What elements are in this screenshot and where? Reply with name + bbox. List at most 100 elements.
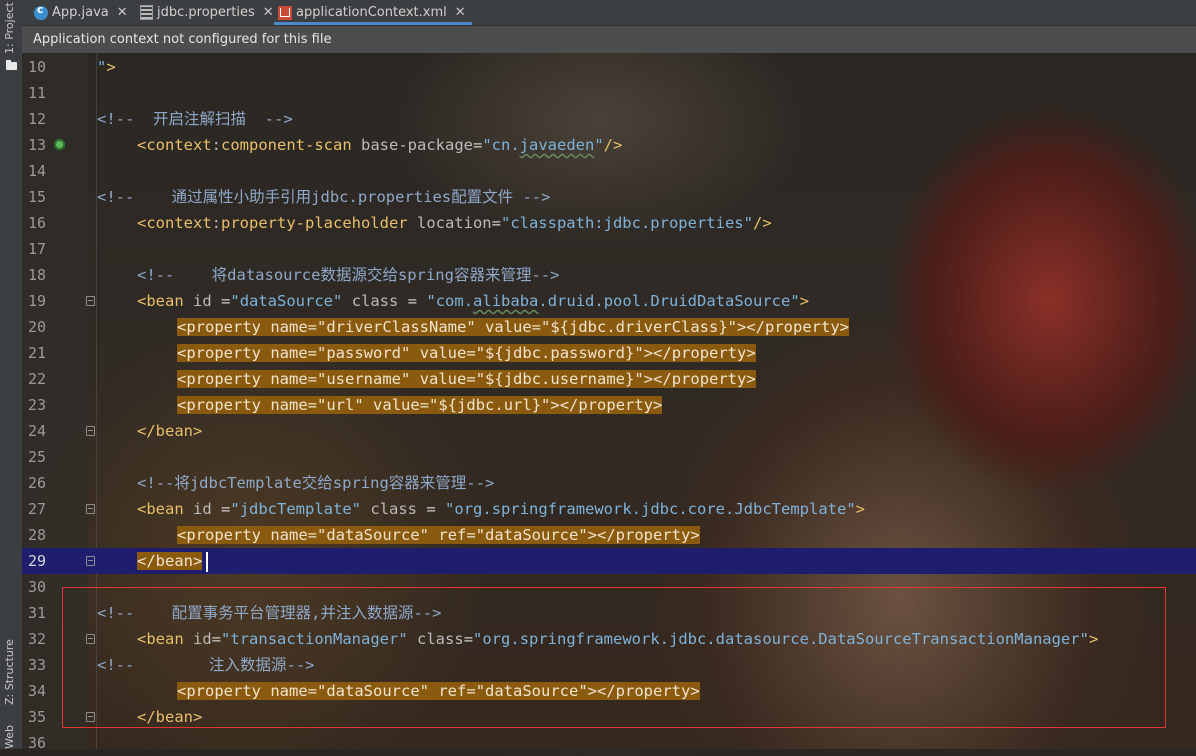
code-line[interactable]: 12 <!-- 开启注解扫描 -->: [22, 106, 1196, 132]
line-number: 34: [28, 682, 47, 700]
project-tool-button[interactable]: 1: Project: [3, 2, 16, 54]
line-number: 12: [28, 110, 47, 128]
line-number: 32: [28, 630, 47, 648]
line-number: 10: [28, 58, 47, 76]
code-text: <!-- 配置事务平台管理器,并注入数据源-->: [97, 604, 442, 622]
code-line[interactable]: 29 </bean>: [22, 548, 1196, 574]
tab-label: applicationContext.xml: [296, 5, 447, 20]
code-text: <bean id="transactionManager" class="org…: [137, 630, 1099, 648]
code-text: <context:component-scan base-package="cn…: [137, 136, 623, 154]
line-number: 31: [28, 604, 47, 622]
folder-icon[interactable]: [6, 60, 17, 70]
line-number: 27: [28, 500, 47, 518]
code-text: <bean id ="dataSource" class = "com.alib…: [137, 292, 810, 310]
code-text: <property name="username" value="${jdbc.…: [177, 370, 756, 388]
code-line[interactable]: 20 <property name="driverClassName" value…: [22, 314, 1196, 340]
code-text: <property name="dataSource" ref="dataSou…: [177, 526, 700, 544]
code-text: <property name="driverClassName" value="…: [177, 318, 849, 336]
code-text: </bean>: [137, 552, 203, 570]
code-text: <property name="url" value="${jdbc.url}"…: [177, 396, 663, 414]
code-line[interactable]: 26 <!--将jdbcTemplate交给spring容器来管理-->: [22, 470, 1196, 496]
line-number: 19: [28, 292, 47, 310]
code-text: <property name="dataSource" ref="dataSou…: [177, 682, 700, 700]
java-class-icon: [34, 3, 48, 20]
line-number: 28: [28, 526, 47, 544]
line-number: 11: [28, 84, 47, 102]
code-line[interactable]: 18 <!-- 将datasource数据源交给spring容器来管理-->: [22, 262, 1196, 288]
code-line[interactable]: 21 <property name="password" value="${jdb…: [22, 340, 1196, 366]
tab-application-context-xml[interactable]: applicationContext.xml ✕: [274, 0, 472, 25]
line-number: 23: [28, 396, 47, 414]
tab-app-java[interactable]: App.java ✕: [34, 0, 128, 25]
close-icon[interactable]: ✕: [263, 5, 274, 20]
line-number: 35: [28, 708, 47, 726]
line-number: 29: [28, 552, 47, 570]
web-tool-button[interactable]: Web: [3, 722, 16, 749]
close-icon[interactable]: ✕: [455, 5, 466, 20]
code-text: </bean>: [137, 422, 203, 440]
line-number: 21: [28, 344, 47, 362]
tab-label: jdbc.properties: [157, 5, 255, 20]
code-line[interactable]: 17: [22, 236, 1196, 262]
code-line[interactable]: 24 </bean>: [22, 418, 1196, 444]
code-line[interactable]: 19 <bean id ="dataSource" class = "com.al…: [22, 288, 1196, 314]
code-line[interactable]: 16 <context:property-placeholder location…: [22, 210, 1196, 236]
line-number: 20: [28, 318, 47, 336]
code-line[interactable]: 33 <!-- 注入数据源-->: [22, 652, 1196, 678]
line-number: 26: [28, 474, 47, 492]
code-line[interactable]: 14: [22, 158, 1196, 184]
fold-marker-icon[interactable]: [86, 712, 95, 722]
code-line[interactable]: 23 <property name="url" value="${jdbc.url…: [22, 392, 1196, 418]
banner-text: Application context not configured for t…: [33, 32, 332, 47]
code-text: <bean id ="jdbcTemplate" class = "org.sp…: [137, 500, 865, 518]
fold-marker-icon[interactable]: [86, 426, 95, 436]
tool-window-strip: 1: Project Z: Structure Web: [0, 0, 23, 749]
fold-marker-icon[interactable]: [86, 634, 95, 644]
line-number: 33: [28, 656, 47, 674]
code-text: <!--将jdbcTemplate交给spring容器来管理-->: [137, 474, 495, 492]
code-text: ">: [97, 58, 116, 76]
xml-file-icon: [278, 5, 292, 20]
tab-jdbc-properties[interactable]: jdbc.properties ✕: [140, 0, 274, 25]
line-number: 22: [28, 370, 47, 388]
text-caret: [206, 552, 208, 572]
close-icon[interactable]: ✕: [117, 5, 128, 20]
code-line[interactable]: 15 <!-- 通过属性小助手引用jdbc.properties配置文件 -->: [22, 184, 1196, 210]
editor-tab-bar: App.java ✕ jdbc.properties ✕ application…: [22, 0, 1196, 26]
code-line[interactable]: 31 <!-- 配置事务平台管理器,并注入数据源-->: [22, 600, 1196, 626]
code-text: <!-- 将datasource数据源交给spring容器来管理-->: [137, 266, 560, 284]
line-number: 18: [28, 266, 47, 284]
line-number: 16: [28, 214, 47, 232]
fold-marker-icon[interactable]: [86, 296, 95, 306]
line-number: 36: [28, 734, 47, 752]
code-line[interactable]: 36: [22, 730, 1196, 756]
code-line[interactable]: 13 <context:component-scan base-package="…: [22, 132, 1196, 158]
line-number: 30: [28, 578, 47, 596]
notification-banner: Application context not configured for t…: [22, 26, 1196, 53]
code-line[interactable]: 30: [22, 574, 1196, 600]
fold-marker-icon[interactable]: [86, 556, 95, 566]
code-line[interactable]: 34 <property name="dataSource" ref="dataS…: [22, 678, 1196, 704]
line-number: 24: [28, 422, 47, 440]
line-number: 15: [28, 188, 47, 206]
line-number: 25: [28, 448, 47, 466]
properties-file-icon: [140, 5, 153, 20]
code-text: <!-- 开启注解扫描 -->: [97, 110, 293, 128]
structure-tool-button[interactable]: Z: Structure: [3, 625, 16, 705]
code-line[interactable]: 22 <property name="username" value="${jdb…: [22, 366, 1196, 392]
code-editor[interactable]: 10 "> 11 12 <!-- 开启注解扫描 --> 13 <context:compon…: [22, 54, 1196, 752]
code-line[interactable]: 11: [22, 80, 1196, 106]
code-line[interactable]: 27 <bean id ="jdbcTemplate" class = "org.…: [22, 496, 1196, 522]
code-line[interactable]: 28 <property name="dataSource" ref="dataS…: [22, 522, 1196, 548]
fold-marker-icon[interactable]: [86, 504, 95, 514]
line-number: 17: [28, 240, 47, 258]
code-line[interactable]: 32 <bean id="transactionManager" class="o…: [22, 626, 1196, 652]
code-line[interactable]: 10 ">: [22, 54, 1196, 80]
code-line[interactable]: 25: [22, 444, 1196, 470]
code-text: <context:property-placeholder location="…: [137, 214, 772, 232]
line-number: 14: [28, 162, 47, 180]
code-text: </bean>: [137, 708, 203, 726]
spring-bean-gutter-icon[interactable]: [54, 139, 65, 150]
code-line[interactable]: 35 </bean>: [22, 704, 1196, 730]
code-text: <!-- 通过属性小助手引用jdbc.properties配置文件 -->: [97, 188, 551, 206]
